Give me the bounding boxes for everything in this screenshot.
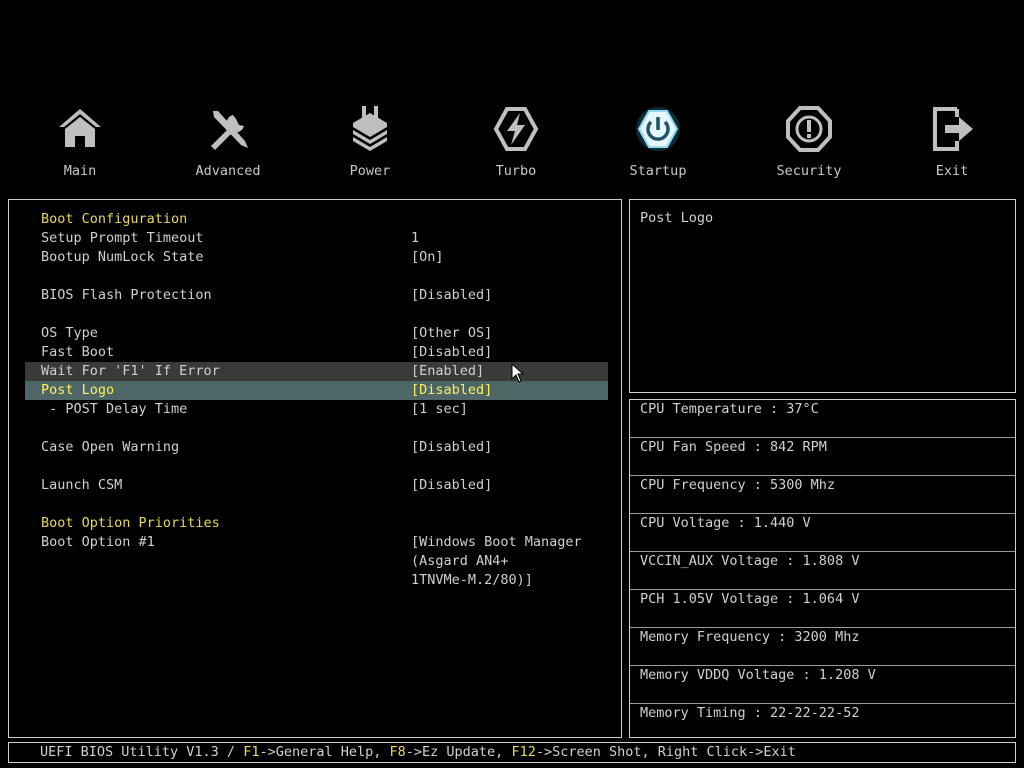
setting-case-open-warning[interactable]: Case Open Warning [Disabled] — [25, 438, 608, 457]
setting-label: Wait For 'F1' If Error — [41, 363, 220, 379]
setting-fast-boot[interactable]: Fast Boot [Disabled] — [25, 343, 608, 362]
setting-os-type[interactable]: OS Type [Other OS] — [25, 324, 608, 343]
tab-turbo-label: Turbo — [495, 163, 537, 179]
setting-value-line[interactable]: [Windows Boot Manager — [411, 534, 582, 550]
tab-startup-label: Startup — [629, 163, 687, 179]
status-text: PCH 1.05V Voltage : 1.064 V — [640, 591, 860, 607]
footer-exit-text: ->Screen Shot, Right Click->Exit — [535, 744, 796, 760]
turbo-bolt-icon — [491, 103, 541, 155]
setting-label: OS Type — [41, 325, 98, 341]
section-boot-configuration: Boot Configuration — [25, 210, 608, 229]
status-text: CPU Frequency : 5300 Mhz — [640, 477, 836, 493]
setting-value[interactable]: [Disabled] — [411, 287, 492, 303]
setting-label: Case Open Warning — [41, 439, 180, 455]
setting-label: - POST Delay Time — [41, 401, 188, 417]
status-cpu-voltage: CPU Voltage : 1.440 V — [630, 514, 1015, 552]
status-text: CPU Temperature : 37°C — [640, 401, 819, 417]
status-memory-timing: Memory Timing : 22-22-22-52 — [630, 704, 1015, 742]
tab-main[interactable]: Main — [25, 103, 135, 183]
startup-power-icon — [633, 103, 683, 155]
status-text: CPU Fan Speed : 842 RPM — [640, 439, 827, 455]
setting-label: Setup Prompt Timeout — [41, 230, 204, 246]
setting-post-delay-time[interactable]: - POST Delay Time [1 sec] — [25, 400, 608, 419]
setting-label: Bootup NumLock State — [41, 249, 204, 265]
tab-power-label: Power — [349, 163, 391, 179]
setting-label: Fast Boot — [41, 344, 115, 360]
setting-setup-prompt-timeout[interactable]: Setup Prompt Timeout 1 — [25, 229, 608, 248]
tab-security-label: Security — [776, 163, 842, 179]
setting-value[interactable]: [On] — [411, 249, 444, 265]
power-chip-icon — [345, 103, 395, 155]
setting-value[interactable]: [Other OS] — [411, 325, 492, 341]
home-icon — [55, 103, 105, 155]
tab-turbo[interactable]: Turbo — [461, 103, 571, 183]
tools-icon — [203, 103, 253, 155]
tab-startup[interactable]: Startup — [603, 103, 713, 183]
status-cpu-frequency: CPU Frequency : 5300 Mhz — [630, 476, 1015, 514]
setting-post-logo[interactable]: Post Logo [Disabled] — [25, 381, 608, 400]
setting-label: BIOS Flash Protection — [41, 287, 212, 303]
settings-panel: Boot Configuration Setup Prompt Timeout … — [8, 199, 622, 738]
status-text: VCCIN_AUX Voltage : 1.808 V — [640, 553, 860, 569]
status-cpu-fan-speed: CPU Fan Speed : 842 RPM — [630, 438, 1015, 476]
tab-exit-label: Exit — [935, 163, 969, 179]
setting-boot-option-1[interactable]: Boot Option #1 [Windows Boot Manager — [25, 533, 608, 552]
tab-exit[interactable]: Exit — [897, 103, 1007, 183]
setting-value[interactable]: [Disabled] — [411, 439, 492, 455]
status-vccin-aux-voltage: VCCIN_AUX Voltage : 1.808 V — [630, 552, 1015, 590]
footer-prefix: UEFI BIOS Utility V1.3 / — [40, 744, 244, 760]
setting-label: Launch CSM — [41, 477, 123, 493]
mouse-cursor-icon — [511, 362, 525, 383]
setting-value[interactable]: 1 — [411, 230, 419, 246]
security-shield-icon — [784, 103, 834, 155]
section-boot-option-priorities: Boot Option Priorities — [25, 514, 608, 533]
help-text: Post Logo — [640, 210, 714, 226]
setting-bios-flash-protection[interactable]: BIOS Flash Protection [Disabled] — [25, 286, 608, 305]
tab-power[interactable]: Power — [315, 103, 425, 183]
key-f8: F8 — [389, 744, 406, 760]
status-memory-frequency: Memory Frequency : 3200 Mhz — [630, 628, 1015, 666]
status-memory-vddq-voltage: Memory VDDQ Voltage : 1.208 V — [630, 666, 1015, 704]
key-f1: F1 — [243, 744, 260, 760]
setting-value[interactable]: [Disabled] — [411, 382, 492, 398]
tab-main-label: Main — [63, 163, 97, 179]
exit-icon — [927, 103, 977, 155]
tab-advanced-label: Advanced — [195, 163, 261, 179]
status-text: Memory Timing : 22-22-22-52 — [640, 705, 860, 721]
section-title: Boot Configuration — [41, 211, 188, 227]
footer-help-text: ->General Help, — [259, 744, 390, 760]
setting-numlock-state[interactable]: Bootup NumLock State [On] — [25, 248, 608, 267]
status-pch-voltage: PCH 1.05V Voltage : 1.064 V — [630, 590, 1015, 628]
setting-value[interactable]: [Enabled] — [411, 363, 484, 379]
section-title: Boot Option Priorities — [41, 515, 220, 531]
help-panel: Post Logo — [629, 199, 1016, 393]
setting-label: Post Logo — [41, 382, 115, 398]
setting-value-line[interactable]: 1TNVMe-M.2/80)] — [411, 572, 533, 588]
setting-value[interactable]: [Disabled] — [411, 344, 492, 360]
status-cpu-temperature: CPU Temperature : 37°C — [630, 400, 1015, 438]
status-text: Memory Frequency : 3200 Mhz — [640, 629, 860, 645]
footer-text: UEFI BIOS Utility V1.3 / F1->General Hel… — [40, 744, 796, 760]
hardware-monitor-panel: CPU Temperature : 37°C CPU Fan Speed : 8… — [629, 399, 1016, 738]
key-f12: F12 — [511, 744, 536, 760]
setting-value[interactable]: [1 sec] — [411, 401, 468, 417]
status-text: Memory VDDQ Voltage : 1.208 V — [640, 667, 876, 683]
status-text: CPU Voltage : 1.440 V — [640, 515, 811, 531]
footer-ez-text: ->Ez Update, — [405, 744, 512, 760]
footer-bar: UEFI BIOS Utility V1.3 / F1->General Hel… — [8, 742, 1016, 763]
setting-launch-csm[interactable]: Launch CSM [Disabled] — [25, 476, 608, 495]
setting-value-line[interactable]: (Asgard AN4+ — [411, 553, 509, 569]
setting-value[interactable]: [Disabled] — [411, 477, 492, 493]
setting-label: Boot Option #1 — [41, 534, 155, 550]
tab-advanced[interactable]: Advanced — [173, 103, 283, 183]
tab-security[interactable]: Security — [754, 103, 864, 183]
